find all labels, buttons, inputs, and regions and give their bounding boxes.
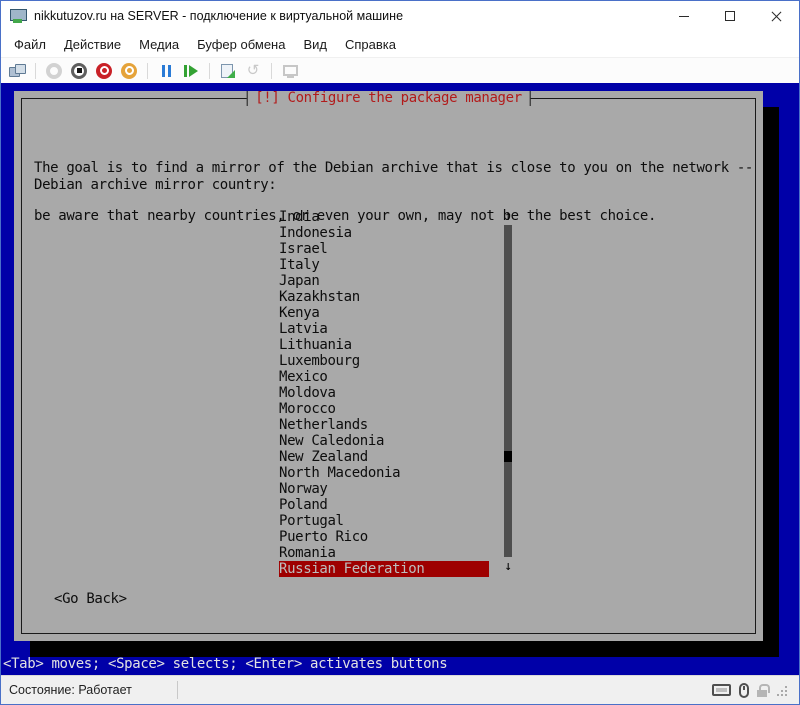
display-icon: [712, 684, 731, 696]
toolbar-separator: [147, 63, 148, 79]
pause-button[interactable]: [157, 62, 175, 80]
scroll-down-icon[interactable]: ↓: [503, 559, 513, 575]
country-option[interactable]: Morocco: [279, 401, 489, 417]
country-option[interactable]: Lithuania: [279, 337, 489, 353]
list-scrollbar: ↑ ↓: [503, 209, 513, 575]
minimize-button[interactable]: [661, 1, 707, 31]
toolbar-separator: [271, 63, 272, 79]
titlebar: nikkutuzov.ru на SERVER - подключение к …: [1, 1, 799, 31]
start-icon: [46, 63, 62, 79]
menu-clipboard[interactable]: Буфер обмена: [188, 33, 294, 56]
country-option[interactable]: Netherlands: [279, 417, 489, 433]
country-option[interactable]: North Macedonia: [279, 465, 489, 481]
ctrl-alt-del-button[interactable]: [8, 62, 26, 80]
toolbar: [1, 57, 799, 83]
menu-action[interactable]: Действие: [55, 33, 130, 56]
country-option[interactable]: Japan: [279, 273, 489, 289]
enhanced-session-icon: [283, 65, 298, 76]
ctrl-alt-del-icon: [9, 64, 26, 77]
go-back-button[interactable]: <Go Back>: [54, 591, 127, 607]
installer-dialog: [!] Configure the package manager The go…: [14, 91, 763, 641]
mouse-icon: [739, 683, 749, 698]
minimize-icon: [679, 16, 689, 17]
maximize-button[interactable]: [707, 1, 753, 31]
menu-view[interactable]: Вид: [294, 33, 336, 56]
country-option[interactable]: Puerto Rico: [279, 529, 489, 545]
scroll-up-icon[interactable]: ↑: [503, 209, 513, 225]
vm-app-icon: [10, 9, 26, 23]
country-option-selected[interactable]: Russian Federation: [279, 561, 489, 577]
window-controls: [661, 1, 799, 31]
resume-button[interactable]: [182, 62, 200, 80]
turn-off-icon: [71, 63, 87, 79]
revert-icon: [247, 63, 260, 78]
close-icon: [771, 11, 782, 22]
country-option[interactable]: Poland: [279, 497, 489, 513]
unlock-icon: [757, 684, 768, 697]
scrollbar-trough[interactable]: [504, 225, 512, 557]
close-button[interactable]: [753, 1, 799, 31]
country-option[interactable]: New Zealand: [279, 449, 489, 465]
save-state-icon: [121, 63, 137, 79]
enhanced-session-button[interactable]: [281, 62, 299, 80]
vm-status-text: Состояние: Работает: [9, 683, 177, 697]
shut-down-icon: [96, 63, 112, 79]
toolbar-separator: [209, 63, 210, 79]
country-option[interactable]: Moldova: [279, 385, 489, 401]
window-title: nikkutuzov.ru на SERVER - подключение к …: [34, 9, 661, 23]
menu-help[interactable]: Справка: [336, 33, 405, 56]
revert-button[interactable]: [244, 62, 262, 80]
toolbar-separator: [35, 63, 36, 79]
country-option[interactable]: Luxembourg: [279, 353, 489, 369]
country-option[interactable]: Israel: [279, 241, 489, 257]
menu-media[interactable]: Медиа: [130, 33, 188, 56]
maximize-icon: [725, 11, 735, 21]
statusbar-icons: [712, 683, 791, 698]
statusbar-separator: [177, 681, 178, 699]
start-button[interactable]: [45, 62, 63, 80]
country-option[interactable]: Norway: [279, 481, 489, 497]
resize-grip[interactable]: [776, 685, 787, 696]
vm-screen[interactable]: [!] Configure the package manager The go…: [1, 83, 799, 675]
country-option[interactable]: Kenya: [279, 305, 489, 321]
country-option[interactable]: Latvia: [279, 321, 489, 337]
checkpoint-button[interactable]: [219, 62, 237, 80]
country-option[interactable]: Italy: [279, 257, 489, 273]
intro-line-1: The goal is to find a mirror of the Debi…: [34, 160, 753, 176]
country-option[interactable]: India: [279, 209, 489, 225]
shut-down-button[interactable]: [95, 62, 113, 80]
dialog-title: [!] Configure the package manager: [246, 91, 531, 106]
country-option[interactable]: Mexico: [279, 369, 489, 385]
scrollbar-thumb[interactable]: [504, 451, 512, 462]
country-option[interactable]: Portugal: [279, 513, 489, 529]
installer-help-line: <Tab> moves; <Space> selects; <Enter> ac…: [3, 656, 447, 672]
statusbar: Состояние: Работает: [1, 675, 799, 704]
country-option[interactable]: Kazakhstan: [279, 289, 489, 305]
menu-file[interactable]: Файл: [5, 33, 55, 56]
turn-off-button[interactable]: [70, 62, 88, 80]
checkpoint-icon: [221, 64, 235, 78]
country-list: India Indonesia Israel Italy Japan Kazak…: [279, 209, 489, 577]
save-state-button[interactable]: [120, 62, 138, 80]
mirror-country-prompt: Debian archive mirror country:: [34, 177, 276, 193]
country-option[interactable]: Romania: [279, 545, 489, 561]
country-option[interactable]: Indonesia: [279, 225, 489, 241]
country-option[interactable]: New Caledonia: [279, 433, 489, 449]
vmconnect-window: nikkutuzov.ru на SERVER - подключение к …: [0, 0, 800, 705]
menubar: Файл Действие Медиа Буфер обмена Вид Спр…: [1, 31, 799, 57]
pause-icon: [162, 65, 171, 77]
resume-icon: [184, 65, 198, 77]
